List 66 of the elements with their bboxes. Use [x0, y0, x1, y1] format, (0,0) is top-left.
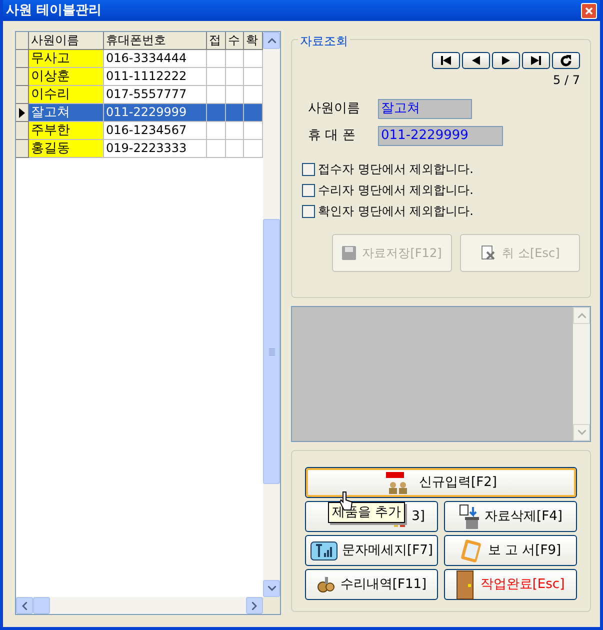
scroll-thumb[interactable]	[263, 219, 280, 484]
checkbox-label: 접수자 명단에서 제외합니다.	[318, 161, 474, 178]
table-cell: 이수리	[29, 86, 104, 104]
row-header[interactable]	[16, 104, 29, 122]
table-cell: 016-1234567	[104, 122, 207, 140]
scrollbar-corner	[263, 597, 280, 614]
empty-cell	[207, 140, 226, 158]
checkbox[interactable]	[302, 162, 315, 176]
empty-cell	[226, 122, 244, 140]
table-cell: 이상훈	[29, 68, 104, 86]
action-button[interactable]: 수리내역[F11]	[305, 569, 438, 600]
table-cell: 홍길동	[29, 140, 104, 158]
memo-scrollbar[interactable]	[573, 307, 590, 441]
input-field[interactable]: 011-2229999	[378, 126, 503, 146]
refresh-icon	[560, 54, 572, 66]
action-button[interactable]: 자료삭제[F4]	[444, 501, 577, 532]
scroll-thumb[interactable]	[33, 597, 50, 614]
vertical-scrollbar[interactable]	[263, 32, 280, 597]
window-title: 사원 테이블관리	[6, 2, 102, 20]
table-cell: 무사고	[29, 50, 104, 68]
document-x-icon	[480, 245, 496, 261]
close-icon	[585, 6, 593, 14]
field-label: 사원이름	[308, 100, 361, 118]
empty-cell	[226, 68, 244, 86]
table-cell: 주부한	[29, 122, 104, 140]
trash-icon	[458, 504, 481, 530]
next-icon	[501, 56, 511, 65]
first-button[interactable]	[432, 52, 460, 69]
checkbox[interactable]	[302, 204, 315, 218]
field-label: 휴 대 폰	[308, 127, 356, 146]
refresh-button[interactable]	[552, 52, 580, 69]
empty-cell	[226, 140, 244, 158]
table-cell: 016-3334444	[104, 50, 207, 68]
checkbox-label: 수리자 명단에서 제외합니다.	[318, 182, 474, 199]
record-counter: 5 / 7	[553, 72, 580, 89]
table-cell: 011-1112222	[104, 68, 207, 86]
column-header[interactable]: 수	[226, 32, 244, 50]
checkbox[interactable]	[302, 184, 315, 196]
table-cell: 019-2223333	[104, 140, 207, 158]
action-button[interactable]: 작업완료[Esc]	[444, 569, 577, 600]
action-button[interactable]: 신규입력[F2]	[305, 467, 577, 498]
horizontal-scrollbar[interactable]	[16, 597, 263, 614]
grip-icon	[268, 348, 274, 356]
action-button[interactable]: 보 고 서[F9]	[444, 535, 577, 566]
input-field[interactable]: 잘고쳐	[378, 99, 472, 119]
next-button[interactable]	[492, 52, 520, 69]
current-row-icon	[19, 108, 25, 118]
table-cell: 011-2229999	[104, 104, 207, 122]
last-record-icon	[530, 56, 542, 65]
close-button[interactable]	[581, 2, 597, 18]
door-icon	[456, 570, 476, 600]
signal-icon	[310, 540, 338, 560]
previous-icon	[471, 56, 481, 65]
previous-button[interactable]	[462, 52, 490, 69]
empty-cell	[207, 122, 226, 140]
empty-cell	[226, 50, 244, 68]
last-button[interactable]	[522, 52, 550, 69]
first-record-icon	[440, 56, 452, 65]
clipboard-icon	[460, 538, 484, 564]
action-button[interactable]: 문자메세지[F7]	[305, 535, 438, 566]
empty-cell	[207, 50, 226, 68]
column-header[interactable]: 접	[207, 32, 226, 50]
checkbox-label: 확인자 명단에서 제외합니다.	[318, 203, 474, 220]
column-header[interactable]: 휴대폰번호	[104, 32, 207, 50]
gears-icon	[316, 576, 336, 594]
empty-cell	[207, 68, 226, 86]
